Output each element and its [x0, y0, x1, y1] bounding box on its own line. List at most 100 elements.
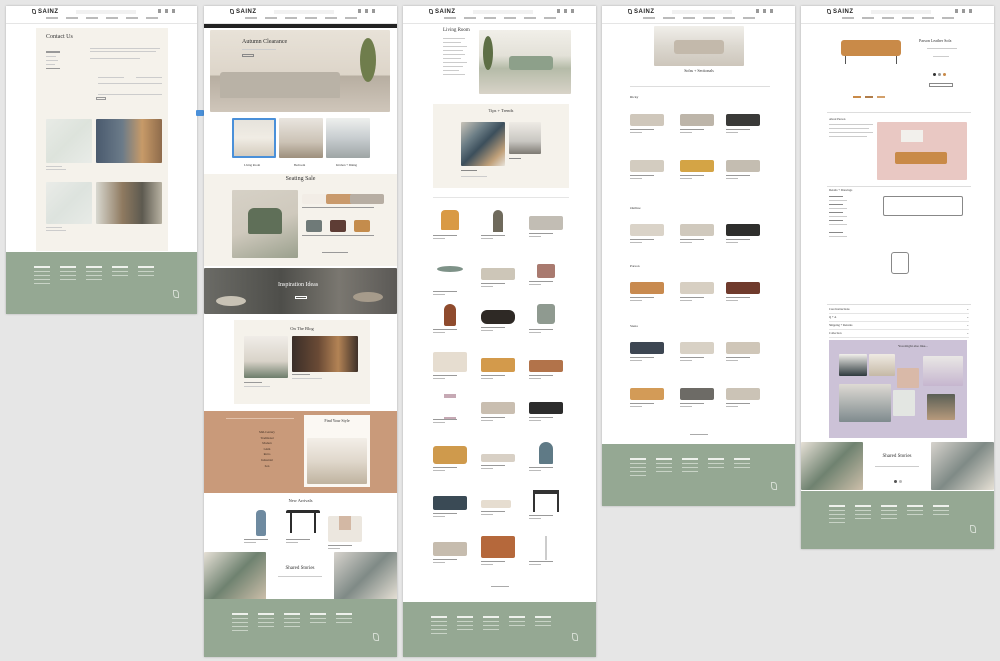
- page-title: Living Room: [443, 28, 470, 33]
- chevron-down-icon: ⌄: [966, 323, 969, 327]
- hero-banner[interactable]: [210, 30, 390, 112]
- heart-icon[interactable]: [763, 9, 766, 13]
- carousel-dots[interactable]: [894, 480, 902, 483]
- page-title: Contact Us: [46, 34, 73, 40]
- section-title-seating: Seating Sale: [285, 176, 316, 182]
- user-icon[interactable]: [557, 9, 560, 13]
- thumbnail-strip[interactable]: [853, 96, 893, 98]
- heart-icon[interactable]: [962, 9, 965, 13]
- find-style-photo[interactable]: [307, 438, 367, 484]
- shared-stories-title: Shared Stories: [882, 454, 912, 459]
- inspiration-button[interactable]: [295, 296, 307, 299]
- page-title: Sofas + Sectionals: [684, 68, 714, 73]
- store-map-1[interactable]: [46, 119, 92, 163]
- leaf-icon: [429, 9, 433, 14]
- leaf-icon: [230, 9, 234, 14]
- cart-icon[interactable]: [372, 9, 375, 13]
- leaf-icon: [827, 9, 831, 14]
- accordion-qa[interactable]: Q + A ⌄: [829, 314, 969, 322]
- message-field[interactable]: [98, 94, 162, 95]
- name-field[interactable]: [98, 77, 124, 78]
- shop-seating-link[interactable]: [322, 252, 348, 253]
- category-label-kitchen: Kitchen + Dining: [336, 163, 358, 167]
- blog-photo-1[interactable]: [244, 336, 288, 378]
- pagination[interactable]: [690, 434, 708, 435]
- also-like-photo-4[interactable]: [923, 356, 963, 386]
- also-like-photo-7[interactable]: [927, 394, 955, 420]
- tips-photo-2[interactable]: [509, 122, 541, 154]
- section-outline: Outline: [630, 206, 641, 210]
- shop-now-button[interactable]: [242, 54, 254, 57]
- blog-photo-2[interactable]: [292, 336, 358, 372]
- pagination[interactable]: [491, 586, 509, 587]
- swatches[interactable]: [933, 73, 946, 76]
- tips-photo-1[interactable]: [461, 122, 505, 166]
- section-title-blog: On The Blog: [290, 326, 314, 331]
- also-like-photo-3[interactable]: [897, 368, 919, 388]
- category-kitchen[interactable]: [326, 118, 370, 158]
- leaf-icon: [32, 9, 36, 14]
- leaf-icon: [771, 482, 777, 490]
- leaf-icon: [970, 525, 976, 533]
- logo[interactable]: SAINZ: [429, 9, 456, 15]
- sofas-banner[interactable]: [654, 26, 744, 66]
- user-icon[interactable]: [358, 9, 361, 13]
- accordion-collection[interactable]: Collection ⌄: [829, 330, 969, 338]
- category-bedroom[interactable]: [279, 118, 323, 158]
- drag-handle[interactable]: [196, 110, 204, 116]
- header: SAINZ: [801, 6, 994, 24]
- also-like-photo-5[interactable]: [839, 384, 891, 422]
- style-item[interactable]: Zen: [252, 464, 282, 470]
- accordion-shipping[interactable]: Shipping + Returns ⌄: [829, 322, 969, 330]
- cart-icon[interactable]: [571, 9, 574, 13]
- also-like-photo-1[interactable]: [839, 354, 867, 376]
- logo[interactable]: SAINZ: [230, 9, 257, 15]
- header: SAINZ: [6, 6, 197, 24]
- sofas-page: SAINZ Sofas + Sectionals Ricky Outline P…: [602, 6, 795, 506]
- footer: [602, 444, 795, 506]
- main-nav: [433, 17, 566, 21]
- style-list: Mid-Century Traditional Modern Glam Retr…: [252, 430, 282, 469]
- category-label-bedroom: Bedroom: [294, 163, 306, 167]
- search-input[interactable]: [672, 10, 732, 14]
- about-title: About Parson: [829, 117, 846, 121]
- search-input[interactable]: [76, 10, 136, 14]
- logo[interactable]: SAINZ: [32, 9, 59, 15]
- product-main-image[interactable]: [841, 40, 901, 66]
- heart-icon[interactable]: [165, 9, 168, 13]
- leaf-icon: [628, 9, 632, 14]
- search-input[interactable]: [473, 10, 533, 14]
- cart-icon[interactable]: [969, 9, 972, 13]
- add-to-cart-button[interactable]: [929, 83, 953, 87]
- user-icon[interactable]: [158, 9, 161, 13]
- cart-icon[interactable]: [770, 9, 773, 13]
- store-map-2[interactable]: [46, 182, 92, 224]
- logo[interactable]: SAINZ: [628, 9, 655, 15]
- leaf-icon: [173, 290, 179, 298]
- user-icon[interactable]: [955, 9, 958, 13]
- user-icon[interactable]: [756, 9, 759, 13]
- seating-feature-photo[interactable]: [232, 190, 298, 258]
- search-input[interactable]: [274, 10, 334, 14]
- stories-collage-right: [334, 552, 397, 600]
- inspiration-banner[interactable]: [204, 268, 397, 314]
- category-living-room[interactable]: [232, 118, 276, 158]
- shared-stories-title: Shared Stories: [285, 566, 315, 571]
- heart-icon[interactable]: [365, 9, 368, 13]
- footer: [801, 491, 994, 549]
- contact-page: SAINZ Contact Us: [6, 6, 197, 314]
- logo[interactable]: SAINZ: [827, 9, 854, 15]
- cart-icon[interactable]: [172, 9, 175, 13]
- phone-field[interactable]: [98, 83, 162, 84]
- living-room-banner[interactable]: [479, 30, 571, 94]
- leaf-icon: [572, 633, 578, 641]
- email-field[interactable]: [136, 77, 162, 78]
- search-input[interactable]: [871, 10, 931, 14]
- category-label-living: Living Room: [244, 163, 261, 167]
- submit-button[interactable]: [96, 97, 106, 100]
- heart-icon[interactable]: [564, 9, 567, 13]
- also-like-photo-6[interactable]: [893, 390, 915, 416]
- also-like-photo-2[interactable]: [869, 354, 895, 376]
- section-siena: Siena: [630, 324, 638, 328]
- accordion-care[interactable]: Care Instructions ⌄: [829, 306, 969, 314]
